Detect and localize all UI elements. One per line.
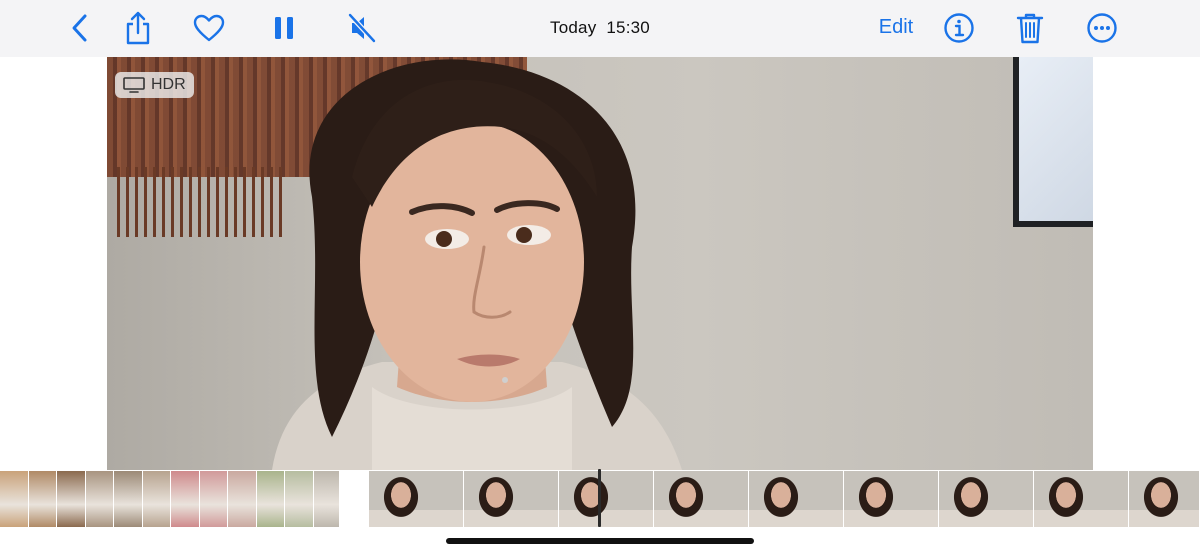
- thumbnail-scrubber[interactable]: [0, 469, 1200, 527]
- capture-date-time: Today 15:30: [530, 18, 670, 38]
- time-label: 15:30: [606, 18, 650, 37]
- current-video-frame[interactable]: [939, 471, 1034, 527]
- current-video-frame[interactable]: [559, 471, 654, 527]
- thumbnail-item[interactable]: [285, 471, 314, 527]
- info-icon: [944, 13, 974, 43]
- thumbnail-item[interactable]: [256, 471, 285, 527]
- thumbnail-item[interactable]: [28, 471, 57, 527]
- current-video-frame[interactable]: [1034, 471, 1129, 527]
- top-toolbar: Today 15:30 Edit: [0, 0, 1200, 57]
- thumbnail-item[interactable]: [171, 471, 200, 527]
- back-icon: [72, 14, 87, 42]
- trash-icon: [1016, 13, 1044, 44]
- info-button[interactable]: [937, 6, 981, 50]
- scrubber-playhead[interactable]: [598, 469, 601, 527]
- date-label: Today: [550, 18, 597, 37]
- pause-button[interactable]: [262, 6, 306, 50]
- pause-icon: [275, 17, 293, 39]
- thumbnail-item[interactable]: [142, 471, 171, 527]
- current-video-frame[interactable]: [749, 471, 844, 527]
- thumbnail-item[interactable]: [199, 471, 228, 527]
- current-video-frame[interactable]: [654, 471, 749, 527]
- muted-speaker-icon: [348, 13, 376, 43]
- more-icon: [1087, 13, 1117, 43]
- video-subject: [272, 59, 682, 470]
- display-icon: [123, 77, 145, 93]
- thumbnail-item[interactable]: [0, 471, 29, 527]
- thumbnail-item[interactable]: [57, 471, 86, 527]
- thumbnail-item[interactable]: [85, 471, 114, 527]
- thumbnail-item[interactable]: [313, 471, 340, 527]
- edit-button[interactable]: Edit: [866, 16, 926, 39]
- hdr-label: HDR: [151, 76, 186, 93]
- delete-button[interactable]: [1008, 6, 1052, 50]
- share-icon: [126, 11, 150, 45]
- thumbnail-item[interactable]: [228, 471, 257, 527]
- wall-picture-frame: [1013, 57, 1093, 227]
- current-video-frame[interactable]: [369, 471, 464, 527]
- share-button[interactable]: [116, 6, 160, 50]
- back-button[interactable]: [58, 6, 102, 50]
- thumbnail-item[interactable]: [114, 471, 143, 527]
- home-indicator[interactable]: [446, 538, 754, 544]
- current-video-frame[interactable]: [1129, 471, 1200, 527]
- mute-button[interactable]: [340, 6, 384, 50]
- current-video-frame[interactable]: [464, 471, 559, 527]
- more-button[interactable]: [1080, 6, 1124, 50]
- hdr-badge[interactable]: HDR: [115, 72, 194, 98]
- favorite-button[interactable]: [187, 6, 231, 50]
- video-player[interactable]: HDR: [107, 57, 1093, 470]
- heart-icon: [193, 14, 225, 42]
- current-video-frame[interactable]: [844, 471, 939, 527]
